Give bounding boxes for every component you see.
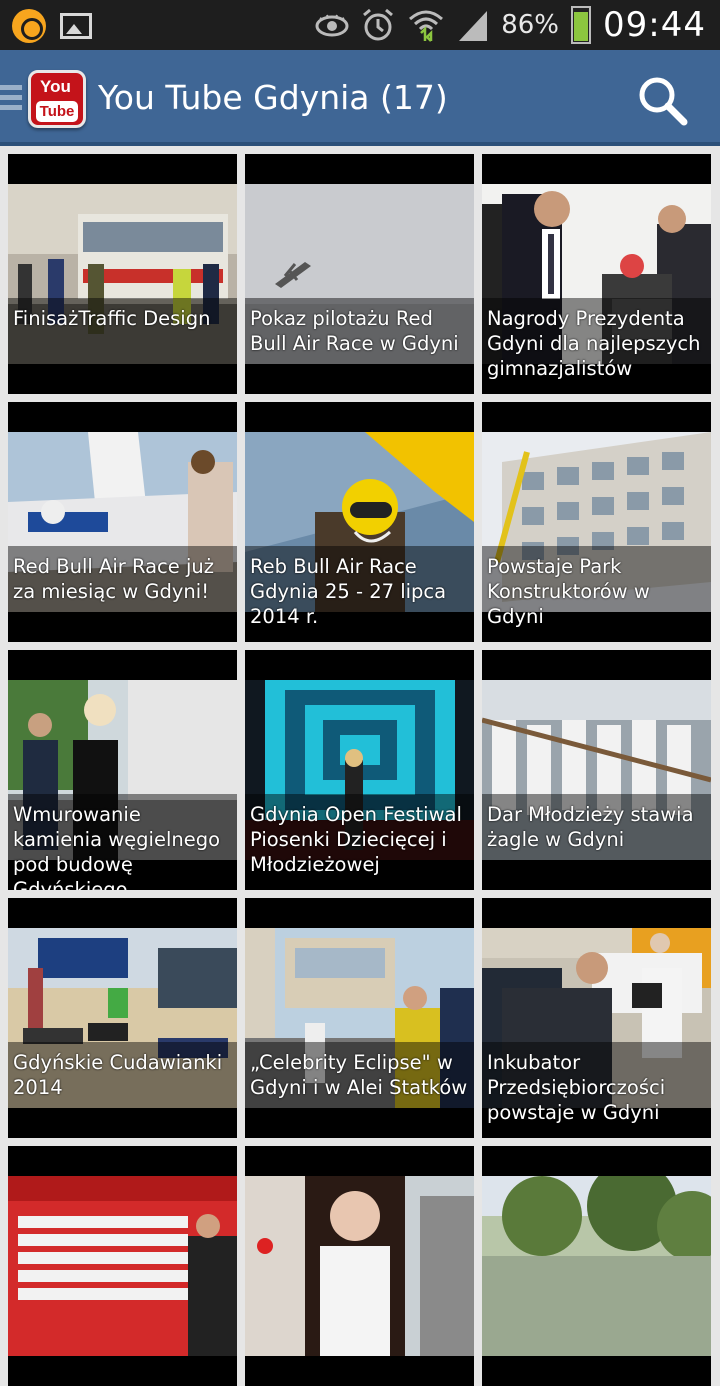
app-notification-icon	[12, 9, 46, 43]
battery-percent: 86%	[501, 10, 560, 40]
video-title: Gdyńskie Cudawianki 2014	[13, 1051, 223, 1099]
eye-icon	[315, 14, 349, 37]
video-tile[interactable]	[245, 1146, 474, 1386]
video-thumbnail	[8, 1176, 237, 1356]
video-thumbnail	[482, 1176, 711, 1356]
status-bar: 86% 09:44	[0, 0, 720, 50]
video-tile[interactable]: Inkubator Przedsiębiorczości powstaje w …	[482, 898, 711, 1138]
alarm-icon	[363, 8, 394, 41]
video-title: Wmurowanie kamienia węgielnego pod budow…	[13, 803, 221, 890]
youtube-logo[interactable]: You Tube	[28, 70, 86, 128]
signal-icon	[459, 11, 488, 41]
video-title: Gdynia Open Festiwal Piosenki Dziecięcej…	[250, 803, 462, 876]
video-tile[interactable]: Red Bull Air Race już za miesiąc w Gdyni…	[8, 402, 237, 642]
video-tile[interactable]: Gdyńskie Cudawianki 2014	[8, 898, 237, 1138]
video-tile[interactable]: Wmurowanie kamienia węgielnego pod budow…	[8, 650, 237, 890]
video-title: „Celebrity Eclipse" w Gdyni i w Alei Sta…	[250, 1051, 468, 1099]
video-tile[interactable]: Reb Bull Air Race Gdynia 25 - 27 lipca 2…	[245, 402, 474, 642]
logo-text-you: You	[40, 77, 71, 96]
video-tile[interactable]: Nagrody Prezydenta Gdyni dla najlepszych…	[482, 154, 711, 394]
page-title: You Tube Gdynia (17)	[98, 78, 448, 117]
image-notification-icon	[60, 13, 92, 39]
video-tile[interactable]: Dar Młodzieży stawia żagle w Gdyni	[482, 650, 711, 890]
menu-icon[interactable]	[0, 85, 22, 115]
battery-icon	[571, 6, 592, 44]
video-title: Dar Młodzieży stawia żagle w Gdyni	[487, 803, 694, 851]
video-title: Pokaz pilotażu Red Bull Air Race w Gdyni	[250, 307, 459, 355]
video-tile[interactable]: Powstaje Park Konstruktorów w Gdyni	[482, 402, 711, 642]
video-thumbnail	[245, 1176, 474, 1356]
video-tile[interactable]	[482, 1146, 711, 1386]
video-tile[interactable]	[8, 1146, 237, 1386]
video-tile[interactable]: Gdynia Open Festiwal Piosenki Dziecięcej…	[245, 650, 474, 890]
search-icon[interactable]	[634, 72, 692, 130]
video-tile[interactable]: Pokaz pilotażu Red Bull Air Race w Gdyni	[245, 154, 474, 394]
wifi-icon	[409, 10, 444, 42]
video-title: Red Bull Air Race już za miesiąc w Gdyni…	[13, 555, 214, 603]
logo-text-tube: Tube	[36, 101, 78, 122]
video-title: Powstaje Park Konstruktorów w Gdyni	[487, 555, 650, 628]
clock: 09:44	[603, 5, 706, 45]
app-bar: You Tube You Tube Gdynia (17)	[0, 50, 720, 146]
video-tile[interactable]: „Celebrity Eclipse" w Gdyni i w Alei Sta…	[245, 898, 474, 1138]
video-title: FinisażTraffic Design	[13, 307, 211, 330]
video-title: Nagrody Prezydenta Gdyni dla najlepszych…	[487, 307, 701, 380]
video-tile[interactable]: FinisażTraffic Design	[8, 154, 237, 394]
video-title: Inkubator Przedsiębiorczości powstaje w …	[487, 1051, 666, 1124]
video-title: Reb Bull Air Race Gdynia 25 - 27 lipca 2…	[250, 555, 447, 628]
